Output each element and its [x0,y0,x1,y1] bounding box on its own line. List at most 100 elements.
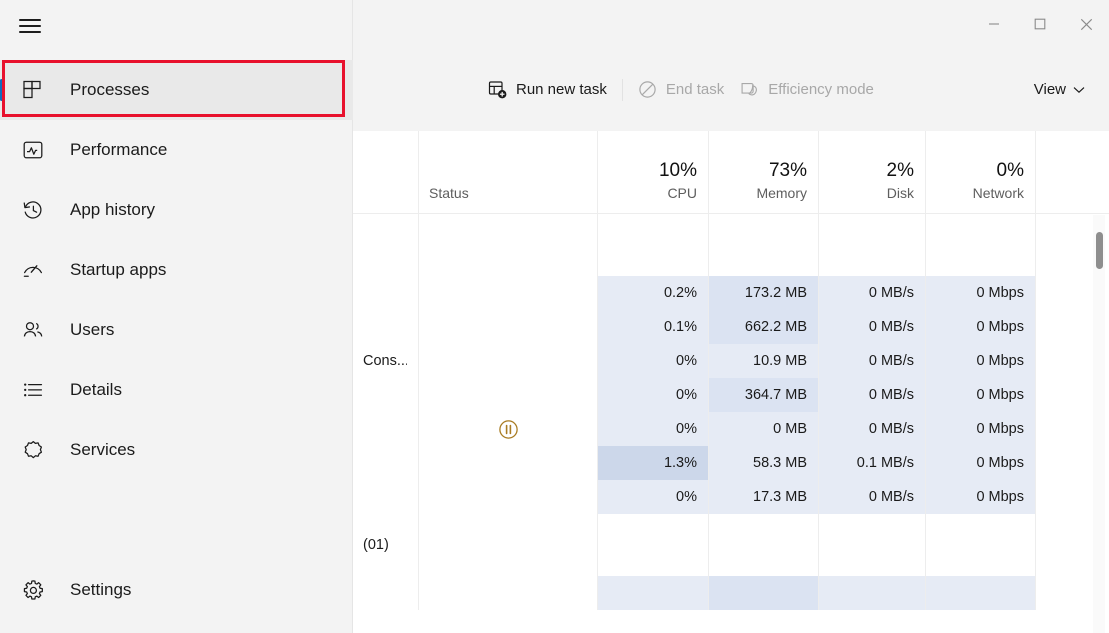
maximize-button[interactable] [1017,0,1063,48]
table-group-row[interactable]: (01) [353,514,1109,576]
end-task-button[interactable]: End task [630,73,732,107]
cell-memory: 662.2 MB [708,310,818,344]
cell-spare [1035,412,1097,446]
table-row[interactable]: 0% 364.7 MB 0 MB/s 0 Mbps [353,378,1109,412]
cell-spare [1035,310,1097,344]
column-header-disk[interactable]: 2% Disk [818,131,925,213]
cell-status [418,514,597,576]
efficiency-mode-button[interactable]: Efficiency mode [732,73,882,107]
process-name: (01) [363,537,389,553]
cell-spare [1035,514,1097,576]
run-new-task-label: Run new task [516,81,607,98]
value-memory: 173.2 MB [744,285,807,301]
cell-network [925,576,1035,610]
table-header-row: Status 10% CPU 73% Memory 2% Disk 0% Network [353,131,1109,214]
sidebar-item-app-history[interactable]: App history [0,180,353,240]
chevron-down-icon [1073,81,1085,98]
column-header-status[interactable]: Status [418,131,597,213]
vertical-scrollbar[interactable] [1093,215,1105,633]
sidebar-item-processes[interactable]: Processes [0,60,353,120]
cell-network: 0 Mbps [925,412,1035,446]
nav-list: Processes Performance App history Startup a… [0,60,353,480]
hamburger-menu-button[interactable] [10,8,50,44]
process-name: Cons... [363,353,407,369]
table-row[interactable]: 0.2% 173.2 MB 0 MB/s 0 Mbps [353,276,1109,310]
cell-spare [1035,378,1097,412]
table-row[interactable]: 1.3% 58.3 MB 0.1 MB/s 0 Mbps [353,446,1109,480]
cell-spare [1035,446,1097,480]
cell-spare [1035,576,1097,610]
sidebar-item-startup[interactable]: Startup apps [0,240,353,300]
cell-network: 0 Mbps [925,446,1035,480]
value-cpu: 0% [676,489,697,505]
value-memory: 662.2 MB [744,319,807,335]
minimize-button[interactable] [971,0,1017,48]
cell-status [418,576,597,610]
cell-cpu: 0% [597,412,708,446]
value-network: 0 Mbps [976,319,1024,335]
cell-cpu: 0.2% [597,276,708,310]
hamburger-icon [19,15,41,37]
run-new-task-icon [488,80,507,99]
table-row[interactable]: 0% 0 MB 0 MB/s 0 Mbps [353,412,1109,446]
sidebar-item-details[interactable]: Details [0,360,353,420]
table-row[interactable] [353,576,1109,610]
cell-memory [708,576,818,610]
scrollbar-thumb[interactable] [1096,231,1103,270]
sidebar-item-services[interactable]: Services [0,420,353,480]
column-usage-cpu: 10% [658,160,697,182]
cell-status [418,446,597,480]
column-usage-disk: 2% [886,160,914,182]
performance-icon [18,139,48,162]
sidebar-item-label: Startup apps [70,260,167,279]
cell-cpu: 1.3% [597,446,708,480]
cell-cpu [597,514,708,576]
value-cpu: 0% [676,353,697,369]
column-header-memory[interactable]: 73% Memory [708,131,818,213]
value-network: 0 Mbps [976,285,1024,301]
column-usage-memory: 73% [768,160,807,182]
cell-disk [818,576,925,610]
view-label: View [1033,81,1066,98]
value-memory: 58.3 MB [753,455,807,471]
cell-name [353,480,418,514]
table-group-row[interactable] [353,214,1109,276]
command-bar: Run new task End task Efficiency mode Vi… [353,48,1109,131]
cell-memory: 17.3 MB [708,480,818,514]
end-task-label: End task [665,81,725,98]
value-memory: 364.7 MB [744,387,807,403]
table-row[interactable]: 0.1% 662.2 MB 0 MB/s 0 Mbps [353,310,1109,344]
column-header-cpu[interactable]: 10% CPU [597,131,708,213]
view-button[interactable]: View [1026,74,1093,106]
scrollbar-track[interactable] [1093,215,1105,633]
details-icon [18,379,48,402]
column-header-spare[interactable] [1035,131,1097,213]
cell-disk: 0 MB/s [818,480,925,514]
cell-status [418,480,597,514]
cell-network: 0 Mbps [925,276,1035,310]
cell-memory [708,214,818,276]
sidebar-item-label: Processes [70,80,150,99]
column-header-network[interactable]: 0% Network [925,131,1035,213]
users-icon [18,319,48,342]
column-header-name[interactable] [353,131,418,213]
table-row[interactable]: Cons... 0% 10.9 MB 0 MB/s 0 Mbps [353,344,1109,378]
sidebar-item-users[interactable]: Users [0,300,353,360]
cell-network: 0 Mbps [925,378,1035,412]
cell-memory: 58.3 MB [708,446,818,480]
value-disk: 0 MB/s [868,421,914,437]
table-row[interactable]: 0% 17.3 MB 0 MB/s 0 Mbps [353,480,1109,514]
cell-cpu [597,214,708,276]
value-disk: 0 MB/s [868,319,914,335]
close-button[interactable] [1063,0,1109,48]
sidebar-item-performance[interactable]: Performance [0,120,353,180]
value-disk: 0 MB/s [868,285,914,301]
cell-memory: 10.9 MB [708,344,818,378]
toolbar-separator [621,78,623,101]
cell-disk: 0.1 MB/s [818,446,925,480]
value-network: 0 Mbps [976,455,1024,471]
cell-memory [708,514,818,576]
cell-network [925,214,1035,276]
sidebar-item-settings[interactable]: Settings [0,560,353,620]
run-new-task-button[interactable]: Run new task [480,73,615,107]
